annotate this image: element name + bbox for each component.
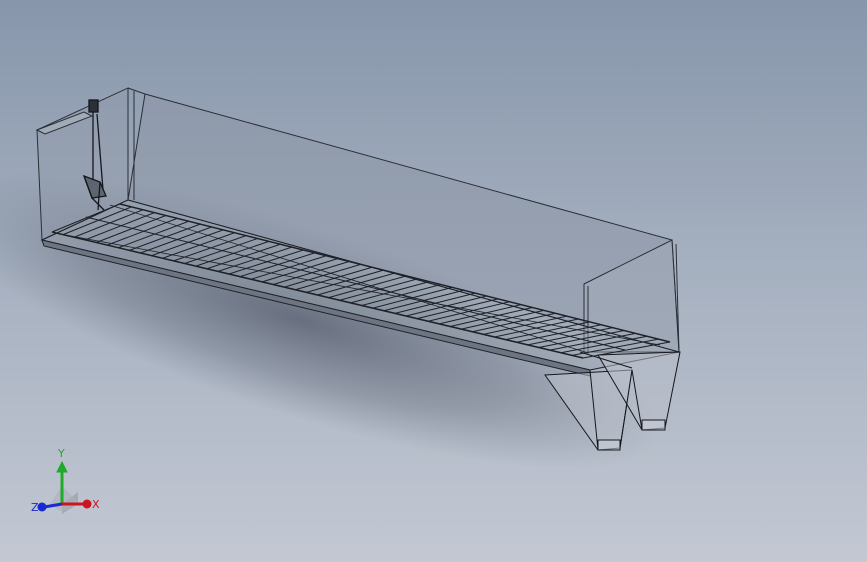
motor-icon[interactable] <box>88 99 99 113</box>
model-view[interactable] <box>0 0 867 562</box>
x-axis-label: X <box>92 498 100 511</box>
z-axis-label: Z <box>31 501 39 514</box>
coordinate-triad[interactable]: Y X Z <box>26 440 106 520</box>
y-axis-label: Y <box>57 447 65 460</box>
cad-graphics-viewport[interactable]: Y X Z <box>0 0 867 562</box>
